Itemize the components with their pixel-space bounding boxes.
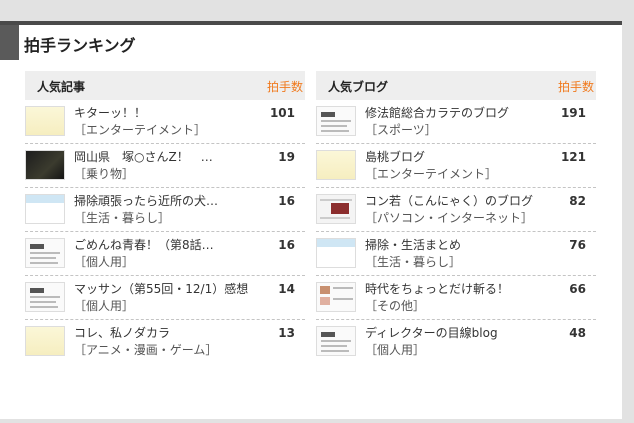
blog-category: ［スポーツ］ [365,123,437,137]
popular-articles-header: 人気記事 拍手数 [25,71,305,100]
article-title-link[interactable]: キターッ！！ [74,105,259,122]
applause-count: 16 [278,238,295,252]
article-category: ［アニメ・漫画・ゲーム］ [74,343,218,357]
blog-item[interactable]: 時代をちょっとだけ斬る！ ［その他］ 66 [316,276,596,320]
blog-item[interactable]: コン若（こんにゃく）のブログ ［パソコン・インターネット］ 82 [316,188,596,232]
applause-count: 66 [569,282,586,296]
applause-count: 48 [569,326,586,340]
article-category: ［個人用］ [74,299,135,313]
article-category: ［乗り物］ [74,167,135,181]
article-thumbnail[interactable] [25,106,65,136]
article-thumbnail[interactable] [25,326,65,356]
blog-thumbnail[interactable] [316,282,356,312]
article-title-link[interactable]: 掃除頑張ったら近所の犬… [74,193,259,210]
blog-category: ［その他］ [365,299,426,313]
popular-articles-list: キターッ！！ ［エンターテイメント］ 101 岡山県 塚○さんZ！ … ［乗り物… [25,100,305,363]
article-thumbnail[interactable] [25,194,65,224]
article-thumbnail[interactable] [25,150,65,180]
blog-thumbnail[interactable] [316,238,356,268]
applause-count: 14 [278,282,295,296]
article-title-link[interactable]: コレ、私ノダカラ [74,325,259,342]
applause-count: 101 [269,106,295,120]
blog-title-link[interactable]: 掃除・生活まとめ [365,237,550,254]
popular-articles-heading: 人気記事 [37,80,86,94]
article-category: ［生活・暮らし］ [74,211,171,225]
applause-count: 16 [278,194,295,208]
blog-title-link[interactable]: 島桃ブログ [365,149,550,166]
applause-count-label: 拍手数 [266,80,303,94]
blog-item[interactable]: 掃除・生活まとめ ［生活・暮らし］ 76 [316,232,596,276]
article-thumbnail[interactable] [25,238,65,268]
blog-thumbnail[interactable] [316,326,356,356]
popular-blogs-heading: 人気ブログ [328,80,389,94]
article-title-link[interactable]: 岡山県 塚○さんZ！ … [74,149,259,166]
article-item[interactable]: マッサン（第55回・12/1）感想 ［個人用］ 14 [25,276,305,320]
applause-count: 19 [278,150,295,164]
blog-title-link[interactable]: 時代をちょっとだけ斬る！ [365,281,550,298]
blog-thumbnail[interactable] [316,194,356,224]
blog-category: ［エンターテイメント］ [365,167,498,181]
applause-count: 13 [278,326,295,340]
blog-title-link[interactable]: 修法館総合カラテのブログ [365,105,550,122]
article-item[interactable]: コレ、私ノダカラ ［アニメ・漫画・ゲーム］ 13 [25,320,305,363]
page-title: 拍手ランキング [24,36,136,55]
applause-count: 82 [569,194,586,208]
blog-title-link[interactable]: コン若（こんにゃく）のブログ [365,193,550,210]
blog-item[interactable]: 島桃ブログ ［エンターテイメント］ 121 [316,144,596,188]
article-item[interactable]: 掃除頑張ったら近所の犬… ［生活・暮らし］ 16 [25,188,305,232]
applause-count-label: 拍手数 [557,80,594,94]
blog-thumbnail[interactable] [316,150,356,180]
article-category: ［エンターテイメント］ [74,123,207,137]
article-category: ［個人用］ [74,255,135,269]
article-thumbnail[interactable] [25,282,65,312]
blog-item[interactable]: ディレクターの目線blog ［個人用］ 48 [316,320,596,363]
applause-count: 191 [560,106,586,120]
blog-item[interactable]: 修法館総合カラテのブログ ［スポーツ］ 191 [316,100,596,144]
blog-category: ［パソコン・インターネット］ [365,211,534,225]
title-accent-bar [0,25,19,60]
popular-blogs-list: 修法館総合カラテのブログ ［スポーツ］ 191 島桃ブログ ［エンターテイメント… [316,100,596,363]
popular-blogs-header: 人気ブログ 拍手数 [316,71,596,100]
article-title-link[interactable]: ごめんね青春！（第8話… [74,237,259,254]
applause-count: 121 [560,150,586,164]
ranking-panel: 拍手ランキング 人気記事 拍手数 キターッ！！ ［エンターテイメント］ 101 … [0,21,622,419]
article-title-link[interactable]: マッサン（第55回・12/1）感想 [74,281,259,298]
popular-blogs-column: 人気ブログ 拍手数 修法館総合カラテのブログ ［スポーツ］ 191 島桃ブログ … [316,71,596,363]
article-item[interactable]: キターッ！！ ［エンターテイメント］ 101 [25,100,305,144]
article-item[interactable]: 岡山県 塚○さんZ！ … ［乗り物］ 19 [25,144,305,188]
blog-category: ［生活・暮らし］ [365,255,462,269]
applause-count: 76 [569,238,586,252]
article-item[interactable]: ごめんね青春！（第8話… ［個人用］ 16 [25,232,305,276]
blog-title-link[interactable]: ディレクターの目線blog [365,325,550,342]
popular-articles-column: 人気記事 拍手数 キターッ！！ ［エンターテイメント］ 101 岡山県 塚○さん… [25,71,305,363]
blog-category: ［個人用］ [365,343,426,357]
blog-thumbnail[interactable] [316,106,356,136]
